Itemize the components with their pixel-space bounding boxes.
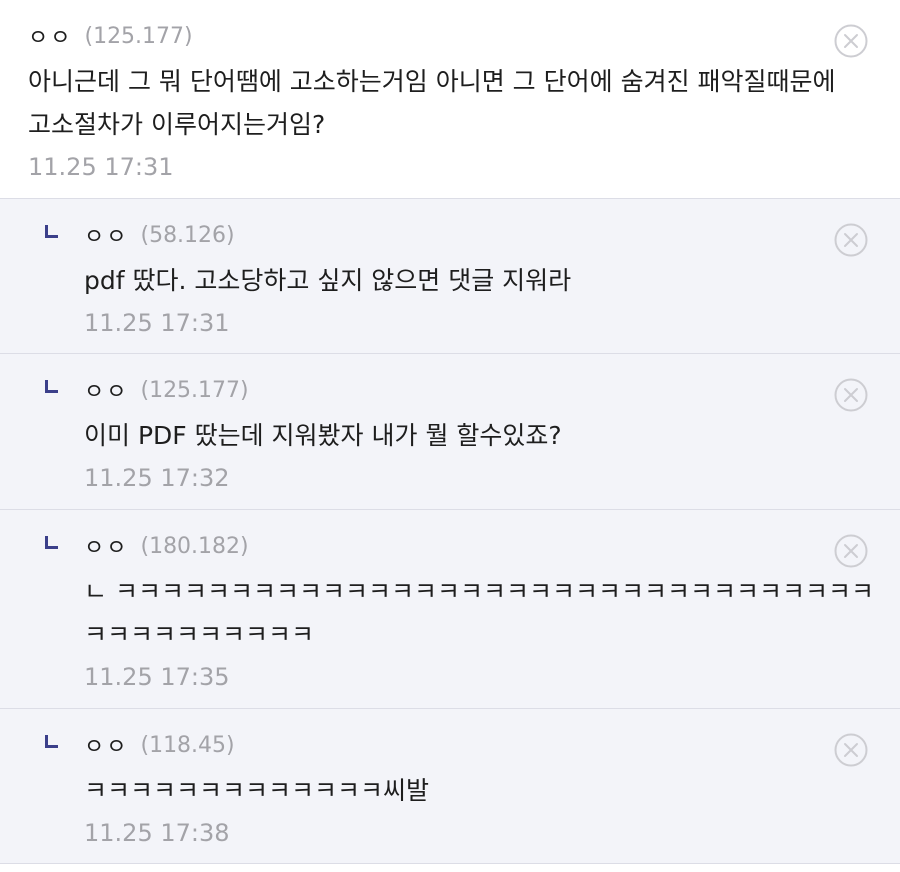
comment-header: ㅇㅇ (125.177) bbox=[28, 18, 900, 54]
close-circle-icon bbox=[834, 733, 868, 767]
delete-button[interactable] bbox=[834, 24, 868, 58]
comment-ip: (58.126) bbox=[140, 222, 235, 248]
comment-header: ㅇㅇ (118.45) bbox=[84, 727, 900, 763]
delete-button[interactable] bbox=[834, 378, 868, 412]
delete-button[interactable] bbox=[834, 733, 868, 767]
delete-button[interactable] bbox=[834, 534, 868, 568]
reply-arrow-icon bbox=[45, 735, 58, 748]
comment-header: ㅇㅇ (125.177) bbox=[84, 372, 900, 408]
comment-nickname[interactable]: ㅇㅇ bbox=[84, 530, 128, 562]
reply-comment: ㅇㅇ (118.45) ㅋㅋㅋㅋㅋㅋㅋㅋㅋㅋㅋㅋㅋ씨발 11.25 17:38 bbox=[0, 709, 900, 864]
reply-arrow-icon bbox=[45, 380, 58, 393]
comment-thread: ㅇㅇ (125.177) 아니근데 그 뭐 단어땜에 고소하는거임 아니면 그 … bbox=[0, 0, 900, 864]
close-circle-icon bbox=[834, 534, 868, 568]
delete-button[interactable] bbox=[834, 223, 868, 257]
reply-comment: ㅇㅇ (58.126) pdf 땄다. 고소당하고 싶지 않으면 댓글 지워라 … bbox=[0, 199, 900, 354]
comment-ip: (118.45) bbox=[140, 732, 235, 758]
comment-text: pdf 땄다. 고소당하고 싶지 않으면 댓글 지워라 bbox=[84, 266, 572, 295]
comment-text: 아니근데 그 뭐 단어땜에 고소하는거임 아니면 그 단어에 숨겨진 패악질때문… bbox=[28, 67, 836, 139]
reply-comment: ㅇㅇ (125.177) 이미 PDF 땄는데 지워봤자 내가 뭘 할수있죠? … bbox=[0, 354, 900, 510]
comment-nickname[interactable]: ㅇㅇ bbox=[28, 20, 72, 52]
comment-ip: (180.182) bbox=[140, 533, 249, 559]
reply-arrow-icon bbox=[45, 225, 58, 238]
comment-nickname[interactable]: ㅇㅇ bbox=[84, 729, 128, 761]
comment-date: 11.25 17:38 bbox=[84, 819, 230, 847]
comment: ㅇㅇ (125.177) 아니근데 그 뭐 단어땜에 고소하는거임 아니면 그 … bbox=[0, 0, 900, 199]
comment-date: 11.25 17:31 bbox=[84, 309, 230, 337]
comment-text: ㄴ ㅋㅋㅋㅋㅋㅋㅋㅋㅋㅋㅋㅋㅋㅋㅋㅋㅋㅋㅋㅋㅋㅋㅋㅋㅋㅋㅋㅋㅋㅋㅋㅋㅋㅋㅋㅋㅋㅋ… bbox=[84, 577, 874, 649]
reply-comment: ㅇㅇ (180.182) ㄴ ㅋㅋㅋㅋㅋㅋㅋㅋㅋㅋㅋㅋㅋㅋㅋㅋㅋㅋㅋㅋㅋㅋㅋㅋㅋ… bbox=[0, 510, 900, 709]
comment-date: 11.25 17:35 bbox=[84, 663, 230, 691]
comment-header: ㅇㅇ (180.182) bbox=[84, 528, 900, 564]
comment-date: 11.25 17:31 bbox=[28, 153, 174, 181]
comment-header: ㅇㅇ (58.126) bbox=[84, 217, 900, 253]
comment-text: ㅋㅋㅋㅋㅋㅋㅋㅋㅋㅋㅋㅋㅋ씨발 bbox=[84, 776, 430, 805]
reply-arrow-icon bbox=[45, 536, 58, 549]
close-circle-icon bbox=[834, 24, 868, 58]
comment-ip: (125.177) bbox=[84, 23, 193, 49]
close-circle-icon bbox=[834, 378, 868, 412]
comment-ip: (125.177) bbox=[140, 377, 249, 403]
comment-nickname[interactable]: ㅇㅇ bbox=[84, 374, 128, 406]
comment-date: 11.25 17:32 bbox=[84, 464, 230, 492]
comment-text: 이미 PDF 땄는데 지워봤자 내가 뭘 할수있죠? bbox=[84, 421, 562, 450]
close-circle-icon bbox=[834, 223, 868, 257]
comment-nickname[interactable]: ㅇㅇ bbox=[84, 219, 128, 251]
